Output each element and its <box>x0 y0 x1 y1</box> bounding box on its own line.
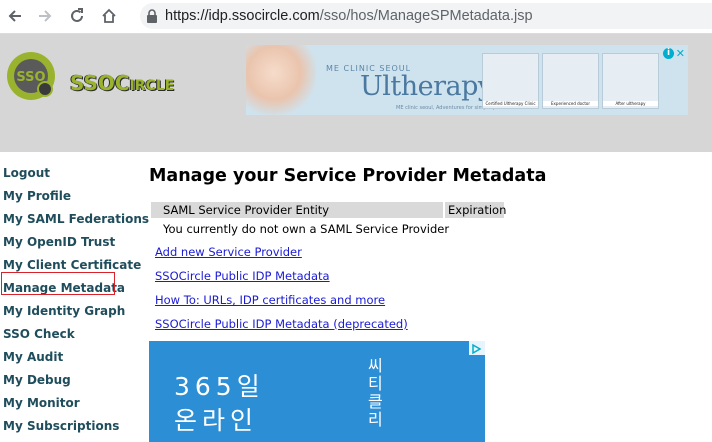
sidebar-item-my-openid-trust[interactable]: My OpenID Trust <box>3 235 115 249</box>
ad-line-1: 365일 <box>174 372 265 401</box>
ad-line-2: 온라인 <box>174 406 259 435</box>
ad-tile: Experienced doctor <box>542 53 599 109</box>
sidebar-item-my-audit[interactable]: My Audit <box>3 350 63 364</box>
url-text: https://idp.ssocircle.com/sso/hos/Manage… <box>165 8 533 24</box>
ad-info-icon[interactable]: i <box>663 48 674 59</box>
howto-urls-link[interactable]: How To: URLs, IDP certificates and more <box>155 293 385 307</box>
ad-tile: After ultherapy <box>602 53 659 109</box>
add-service-provider-link[interactable]: Add new Service Provider <box>155 245 302 259</box>
ad-tile-caption: After ultherapy <box>603 101 658 106</box>
ad-tile-caption: Certified Ultherapy Clinic <box>483 101 538 106</box>
ssocircle-logo-icon: SSO <box>7 52 55 100</box>
address-bar[interactable]: https://idp.ssocircle.com/sso/hos/Manage… <box>140 3 712 29</box>
sidebar-item-my-debug[interactable]: My Debug <box>3 373 71 387</box>
sidebar-item-my-client-certificate[interactable]: My Client Certificate <box>3 258 141 272</box>
ad-face-image <box>246 45 316 115</box>
ad-close-icon[interactable]: ✕ <box>676 47 685 60</box>
header-expiration: Expiration <box>448 203 507 217</box>
public-idp-metadata-deprecated-link[interactable]: SSOCircle Public IDP Metadata (deprecate… <box>155 317 408 331</box>
bottom-ad[interactable]: 365일 온라인 씨티클리 <box>149 341 485 442</box>
home-button[interactable] <box>98 5 120 27</box>
ad-vertical-text: 씨티클리 <box>368 356 383 429</box>
url-path: /sso/hos/ManageSPMetadata.jsp <box>319 8 533 24</box>
ad-tile-caption: Experienced doctor <box>543 101 598 106</box>
table-header-cell: Expiration <box>445 202 507 218</box>
public-idp-metadata-link[interactable]: SSOCircle Public IDP Metadata <box>155 269 330 283</box>
table-empty-message: You currently do not own a SAML Service … <box>163 222 450 236</box>
reload-button[interactable] <box>66 5 88 27</box>
home-icon <box>102 8 116 23</box>
reload-icon <box>71 8 83 22</box>
table-header-cell: SAML Service Provider Entity <box>151 202 443 218</box>
forward-button[interactable] <box>34 5 56 27</box>
ad-tile: Certified Ultherapy Clinic <box>482 53 539 109</box>
lock-icon <box>147 9 157 23</box>
sidebar-item-my-monitor[interactable]: My Monitor <box>3 396 80 410</box>
logo-text: SSOCircle <box>70 71 175 95</box>
sidebar-item-my-profile[interactable]: My Profile <box>3 189 71 203</box>
ad-brand: Ultherapy <box>360 71 493 102</box>
sidebar-item-my-saml-federations[interactable]: My SAML Federations <box>3 212 149 226</box>
sidebar-item-logout[interactable]: Logout <box>3 166 50 180</box>
sidebar-item-my-identity-graph[interactable]: My Identity Graph <box>3 304 125 318</box>
sidebar-item-my-subscriptions[interactable]: My Subscriptions <box>3 419 119 433</box>
url-host: https://idp.ssocircle.com <box>165 8 320 24</box>
page-title: Manage your Service Provider Metadata <box>149 166 547 186</box>
browser-toolbar: https://idp.ssocircle.com/sso/hos/Manage… <box>0 0 712 34</box>
logo-badge: SSO <box>16 70 45 85</box>
arrow-left-icon <box>8 10 21 22</box>
back-button[interactable] <box>4 5 26 27</box>
header-ad[interactable]: ME CLINIC SEOUL Ultherapy ME clinic seou… <box>246 45 688 115</box>
header-entity: SAML Service Provider Entity <box>163 203 330 217</box>
adchoices-icon[interactable] <box>469 341 485 355</box>
arrow-right-icon <box>39 10 52 22</box>
active-item-highlight <box>1 272 115 295</box>
sidebar-item-sso-check[interactable]: SSO Check <box>3 327 75 341</box>
